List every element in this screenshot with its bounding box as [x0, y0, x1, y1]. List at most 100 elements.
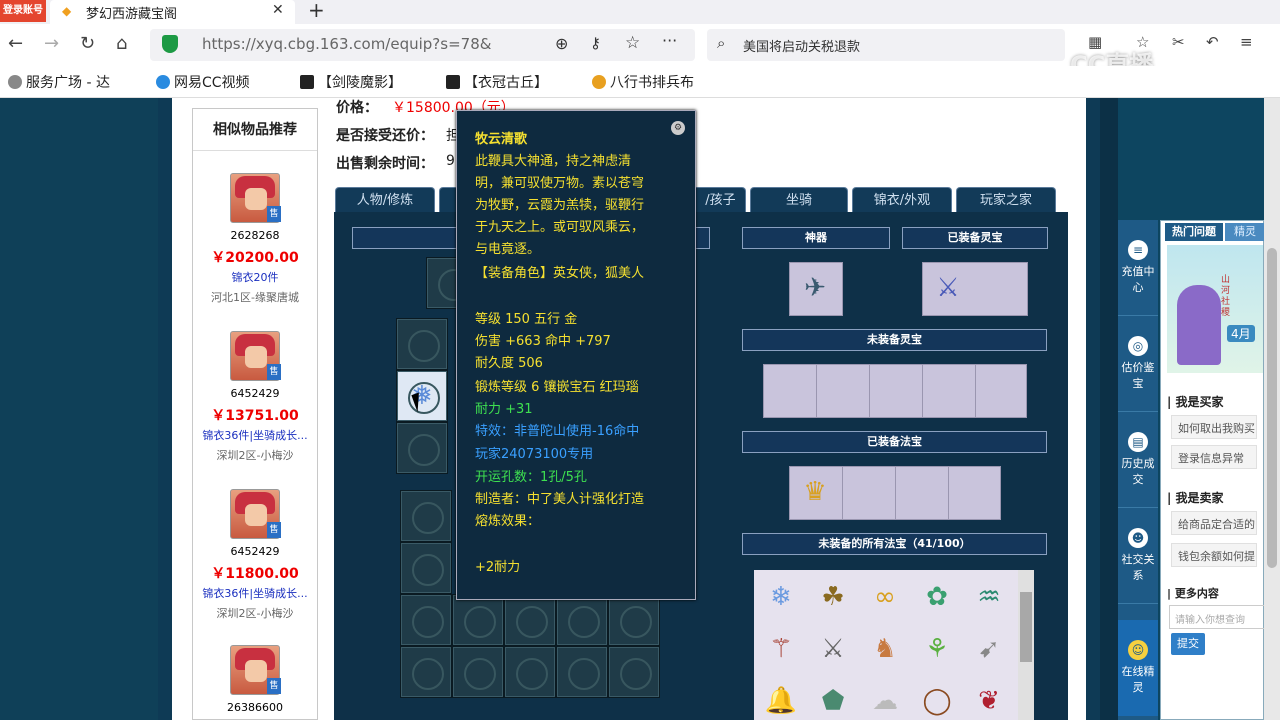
dragon-fabao-icon[interactable]: ♒ [964, 572, 1014, 622]
home-icon[interactable]: ⌂ [116, 33, 127, 54]
scissors-icon[interactable]: ✂ [1172, 33, 1185, 51]
tab-sprite[interactable]: 精灵 [1225, 223, 1265, 241]
bookmark-star-icon[interactable]: ☆ [625, 33, 640, 53]
inventory-slot[interactable] [504, 646, 556, 698]
bookmark-item[interactable]: 八行书排兵布 [592, 72, 694, 92]
close-icon[interactable]: ⚙ [671, 121, 685, 135]
help-question[interactable]: 给商品定合适的 [1171, 511, 1257, 535]
similar-item[interactable]: 售 6452429 ￥11800.00 锦衣36件|坐骑成长... 深圳2区-小… [193, 489, 317, 647]
tab-hot-questions[interactable]: 热门问题 [1165, 223, 1223, 241]
bookmark-item[interactable]: 服务广场 - 达 [8, 72, 110, 92]
inventory-slot[interactable] [400, 490, 452, 542]
shenqi-slot[interactable]: ✈ [789, 262, 843, 316]
swords-fabao-icon[interactable]: ⚔ [808, 624, 858, 674]
promo-banner[interactable]: 山河社稷 4月 [1167, 245, 1263, 373]
equip-slot[interactable] [396, 318, 448, 370]
scroll-thumb[interactable] [1020, 592, 1032, 662]
bookmark-item[interactable]: 【剑陵魔影】 [300, 72, 402, 92]
shield-fabao-icon[interactable]: ⬟ [808, 676, 858, 720]
submit-button[interactable]: 提交 [1171, 633, 1205, 655]
zoom-icon[interactable]: ⊕ [555, 34, 568, 53]
shenqi-header: 神器 [742, 227, 890, 249]
item-desc[interactable]: 锦衣20件 [193, 269, 317, 285]
dock-social[interactable]: ☻ 社交关系 [1118, 508, 1158, 604]
character-avatar[interactable]: 售 [230, 173, 281, 223]
menu-icon[interactable]: ≡ [1240, 33, 1253, 51]
inventory-slot[interactable] [400, 542, 452, 594]
equipped-fabao-slots: ♛ [789, 466, 1001, 520]
inventory-slot[interactable] [452, 594, 504, 646]
tab-children[interactable]: /孩子 [696, 187, 746, 212]
beads-fabao-icon[interactable]: ◯ [912, 676, 962, 720]
inventory-slot[interactable] [400, 594, 452, 646]
inventory-slot[interactable] [400, 646, 452, 698]
bookmarks-bar: 服务广场 - 达 网易CC视频 【剑陵魔影】 【衣冠古丘】 八行书排兵布 [0, 66, 1280, 98]
help-question[interactable]: 如何取出我购买 [1171, 415, 1257, 439]
tab-character[interactable]: 人物/修炼 [335, 187, 435, 212]
help-question[interactable]: 登录信息异常 [1171, 445, 1257, 469]
crown-fabao-icon[interactable]: ♛ [790, 467, 840, 517]
dock-online-sprite[interactable]: ☺ 在线精灵 [1118, 620, 1158, 716]
unequipped-lingbao-slots[interactable] [763, 364, 1027, 418]
character-avatar[interactable]: 售 [230, 645, 281, 695]
tab-player-home[interactable]: 玩家之家 [956, 187, 1056, 212]
bell-fabao-icon[interactable]: 🔔 [756, 676, 806, 720]
more-icon[interactable]: ··· [662, 31, 677, 50]
figure-fabao-icon[interactable]: ♞ [860, 624, 910, 674]
fabao-scrollbar[interactable] [1018, 570, 1034, 720]
dock-appraise[interactable]: ◎ 估价鉴宝 [1118, 316, 1158, 412]
inventory-slot[interactable] [504, 594, 556, 646]
dock-recharge[interactable]: ≡ 充值中心 [1118, 220, 1158, 316]
fan-fabao-icon[interactable]: ❦ [964, 676, 1014, 720]
dock-history[interactable]: ▤ 历史成交 [1118, 412, 1158, 508]
similar-item[interactable]: 售 2628268 ￥20200.00 锦衣20件 河北1区-缘聚唐城 [193, 173, 317, 331]
address-bar[interactable]: https://xyq.cbg.163.com/equip?s=78& ⊕ ⚷ … [150, 29, 695, 61]
bookmark-item[interactable]: 【衣冠古丘】 [446, 72, 548, 92]
search-box[interactable]: ⌕ 美国将启动关税退款 [707, 29, 1065, 61]
item-desc[interactable]: 锦衣36件|坐骑成长... [193, 427, 317, 443]
item-id: 6452429 [230, 545, 280, 558]
undo-icon[interactable]: ↶ [1206, 33, 1219, 51]
page-scrollbar[interactable] [1264, 98, 1280, 720]
bamboo-fabao-icon[interactable]: ⚘ [912, 624, 962, 674]
cloud-fabao-icon[interactable]: ☁ [860, 676, 910, 720]
inventory-slot[interactable] [556, 594, 608, 646]
help-search-input[interactable]: 请输入你想查询 [1169, 605, 1265, 629]
crystal-fabao-icon[interactable]: ❄ [756, 572, 806, 622]
similar-items-title: 相似物品推荐 [193, 109, 317, 151]
dashen-icon [300, 75, 314, 89]
new-tab-icon[interactable]: + [308, 0, 325, 22]
reload-icon[interactable]: ↻ [80, 33, 95, 54]
similar-item[interactable]: 售 26386600 [193, 645, 317, 719]
lotus-fabao-icon[interactable]: ✿ [912, 572, 962, 622]
character-avatar[interactable]: 售 [230, 331, 281, 381]
cc-icon [156, 75, 170, 89]
inventory-slot[interactable] [608, 594, 660, 646]
similar-item[interactable]: 售 6452429 ￥13751.00 锦衣36件|坐骑成长... 深圳2区-小… [193, 331, 317, 489]
ribbon-fabao-icon[interactable]: ∞ [860, 572, 910, 622]
inventory-slot[interactable] [608, 646, 660, 698]
page-scroll-thumb[interactable] [1267, 248, 1277, 568]
tab-outfit[interactable]: 锦衣/外观 [852, 187, 952, 212]
inventory-slot[interactable] [452, 646, 504, 698]
dock-label: 社交关系 [1121, 553, 1155, 582]
pouch-fabao-icon[interactable]: ☘ [808, 572, 858, 622]
equip-slot[interactable] [396, 422, 448, 474]
back-icon[interactable]: ← [8, 33, 23, 54]
close-tab-icon[interactable]: ✕ [272, 2, 284, 18]
blade-fabao-icon[interactable]: ➹ [964, 624, 1014, 674]
character-avatar[interactable]: 售 [230, 489, 281, 539]
branch-fabao-icon[interactable]: ⚚ [756, 624, 806, 674]
inventory-slot[interactable] [556, 646, 608, 698]
forward-icon[interactable]: → [44, 33, 59, 54]
browser-tab[interactable]: ◆ 梦幻西游藏宝阁 ✕ [50, 0, 295, 24]
time-label: 出售剩余时间： [336, 156, 434, 172]
help-question[interactable]: 钱包余额如何提 [1171, 543, 1257, 567]
item-desc[interactable]: 锦衣36件|坐骑成长... [193, 585, 317, 601]
tab-mount[interactable]: 坐骑 [750, 187, 848, 212]
lingbao-item-icon[interactable]: ⚔ [923, 263, 973, 313]
login-badge[interactable]: 登录账号 [0, 0, 46, 22]
bookmark-item[interactable]: 网易CC视频 [156, 72, 250, 92]
key-icon[interactable]: ⚷ [590, 34, 601, 52]
item-desc-line: 为牧野，云霞为羔犊，驱鞭行 [475, 198, 645, 213]
